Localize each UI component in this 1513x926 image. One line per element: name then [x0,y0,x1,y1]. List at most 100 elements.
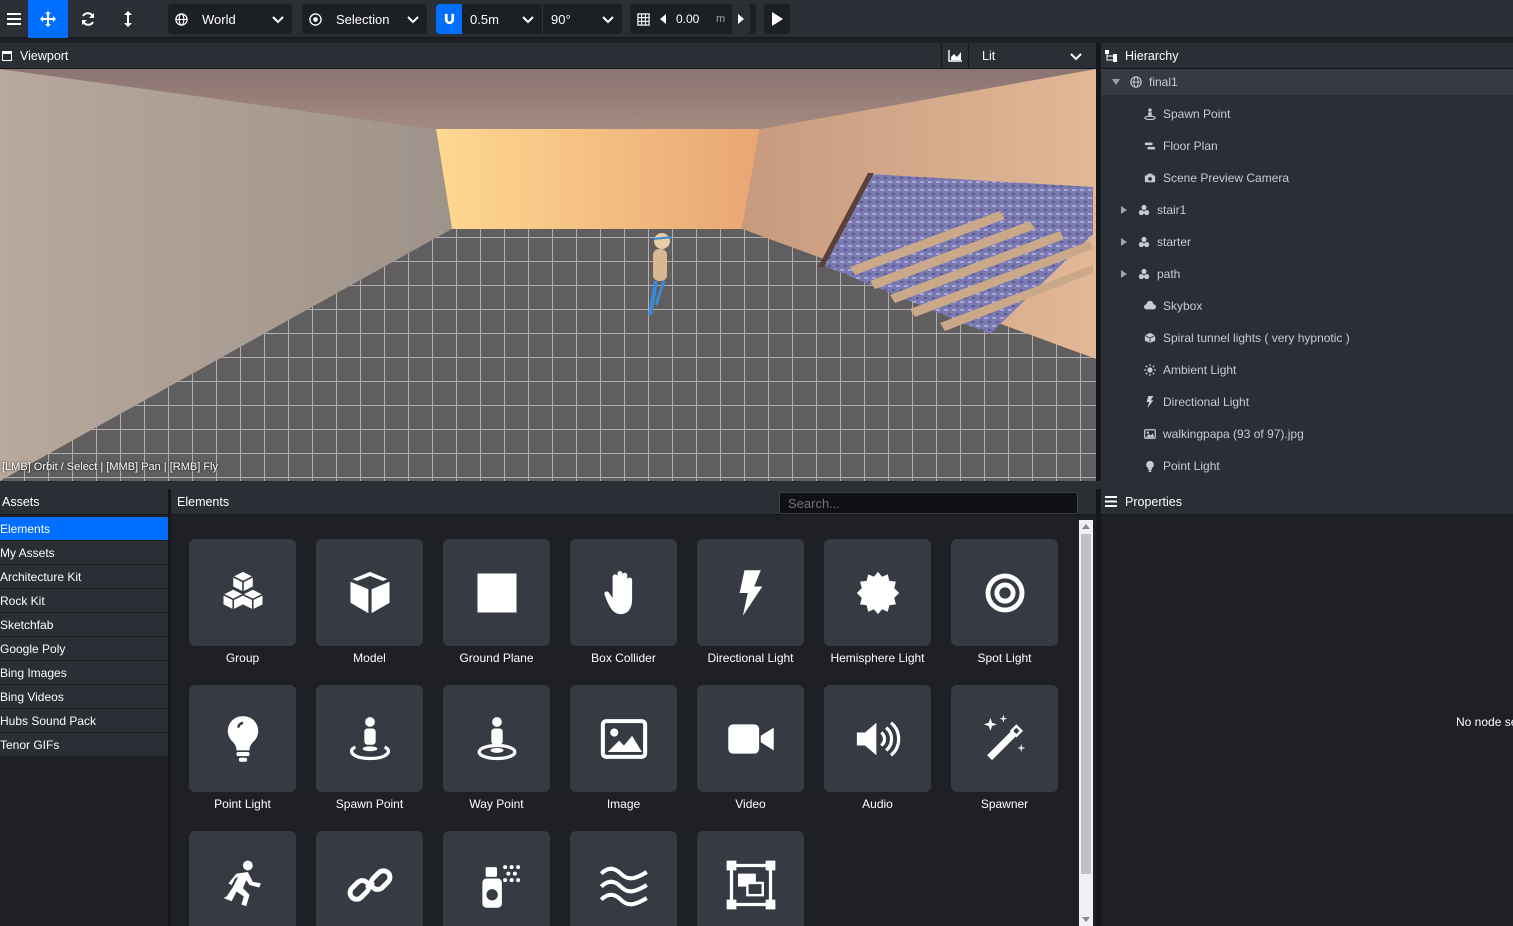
hierarchy-item[interactable]: starter [1101,229,1513,255]
hierarchy-item[interactable]: Scene Preview Camera [1101,165,1513,191]
element-tile[interactable] [697,831,804,926]
element-tile[interactable] [697,685,804,792]
properties-title: Properties [1125,494,1182,509]
element-tile[interactable] [697,539,804,646]
asset-source-item[interactable]: My Assets [0,541,168,564]
viewport-header: Viewport Lit [0,43,1096,69]
translate-tool-button[interactable] [28,0,68,38]
element-tile[interactable] [189,831,296,926]
elements-grid: Group Model Ground Plane Box Collider Direct… [171,517,1096,926]
viewport-title: Viewport [20,48,69,63]
hierarchy-item[interactable]: Spiral tunnel lights ( very hypnotic ) [1101,325,1513,351]
element-tile-label: Spawn Point [335,797,404,811]
element-tile[interactable] [443,831,550,926]
hierarchy-item[interactable]: Spawn Point [1101,101,1513,127]
hierarchy-item-label: Spiral tunnel lights ( very hypnotic ) [1163,331,1350,345]
asset-source-item[interactable]: Google Poly [0,637,168,660]
play-button[interactable] [764,4,790,34]
assets-header: Assets [0,489,168,515]
asset-source-item[interactable]: Tenor GIFs [0,733,168,756]
asset-source-item[interactable]: Bing Images [0,661,168,684]
scroll-up-icon[interactable] [1082,523,1090,529]
running-icon [217,859,269,911]
search-input[interactable] [779,492,1078,514]
cloud-icon [1143,299,1157,313]
chevron-down-icon [602,16,614,24]
snap-distance-dropdown[interactable]: 0.5m [462,4,542,34]
magic-wand-icon [979,713,1031,765]
element-tile[interactable] [570,831,677,926]
scene-render [0,69,1096,481]
grid-increase-button[interactable] [732,4,750,34]
model-icon [1137,235,1151,249]
hierarchy-item[interactable]: stair1 [1101,197,1513,223]
element-tile[interactable] [824,539,931,646]
asset-source-item[interactable]: Architecture Kit [0,565,168,588]
rotate-icon [82,12,94,26]
element-tile[interactable] [570,539,677,646]
asset-source-item[interactable]: Elements [0,517,168,540]
lightbulb-icon [217,713,269,765]
snap-rotation-value: 90° [551,11,571,27]
element-tile[interactable] [951,539,1058,646]
render-mode-value: Lit [982,49,996,63]
asset-source-item[interactable]: Hubs Sound Pack [0,709,168,732]
render-mode-dropdown[interactable]: Lit [970,43,1090,69]
stats-toggle-button[interactable] [941,43,969,69]
element-tile-label: Ground Plane [459,651,534,665]
element-tile[interactable] [443,539,550,646]
rotate-tool-button[interactable] [68,0,108,38]
element-tile-label: Box Collider [591,651,656,665]
target-icon [302,4,328,34]
transform-space-dropdown[interactable]: World [168,4,292,34]
hierarchy-item[interactable]: walkingpapa (93 of 97).jpg [1101,421,1513,447]
element-tile[interactable] [570,685,677,792]
arrows-vertical-icon [124,11,132,27]
toolbar: World Selection 0.5m 90° 0.00 m [0,0,1513,38]
hierarchy-item[interactable]: Point Light [1101,453,1513,479]
hierarchy-item-label: Point Light [1163,459,1220,473]
grid-height-input[interactable]: 0.00 [670,12,716,26]
snap-toggle-button[interactable] [436,4,462,34]
hierarchy-item[interactable]: path [1101,261,1513,287]
caret-right-icon[interactable] [1119,206,1129,214]
element-tile[interactable] [824,685,931,792]
pivot-mode-dropdown[interactable]: Selection [302,4,427,34]
grid-unit: m [716,13,726,25]
hierarchy-item[interactable]: Directional Light [1101,389,1513,415]
menu-button[interactable] [0,0,28,38]
image-icon [1143,427,1157,441]
element-tile[interactable] [316,685,423,792]
caret-right-icon[interactable] [1119,270,1129,278]
caret-right-icon[interactable] [1119,238,1129,246]
hierarchy-item[interactable]: Skybox [1101,293,1513,319]
element-tile[interactable] [189,539,296,646]
grid-toggle-button[interactable] [630,4,656,34]
hierarchy-item[interactable]: Floor Plan [1101,133,1513,159]
menu-icon [7,13,21,25]
hierarchy-item[interactable]: Ambient Light [1101,357,1513,383]
scroll-down-icon[interactable] [1082,917,1090,923]
scale-tool-button[interactable] [108,0,148,38]
element-tile[interactable] [189,685,296,792]
asset-source-item[interactable]: Sketchfab [0,613,168,636]
asset-source-item[interactable]: Bing Videos [0,685,168,708]
snap-rotation-dropdown[interactable]: 90° [543,4,622,34]
play-icon [772,12,783,26]
properties-empty-message: No node se [1456,715,1513,729]
scrollbar-thumb[interactable] [1081,534,1091,874]
hierarchy-item-label: stair1 [1157,203,1187,217]
hand-icon [598,567,650,619]
element-tile[interactable] [316,539,423,646]
transform-space-value: World [202,11,236,27]
grid-decrease-button[interactable] [656,4,670,34]
object-group-icon [725,859,777,911]
asset-source-item[interactable]: Rock Kit [0,589,168,612]
element-tile[interactable] [443,685,550,792]
viewport-canvas[interactable]: [LMB] Orbit / Select | [MMB] Pan | [RMB]… [0,69,1096,481]
elements-scrollbar[interactable] [1079,520,1093,926]
caret-down-icon[interactable] [1111,79,1121,85]
element-tile[interactable] [316,831,423,926]
hierarchy-item[interactable]: final1 [1101,69,1513,95]
element-tile[interactable] [951,685,1058,792]
